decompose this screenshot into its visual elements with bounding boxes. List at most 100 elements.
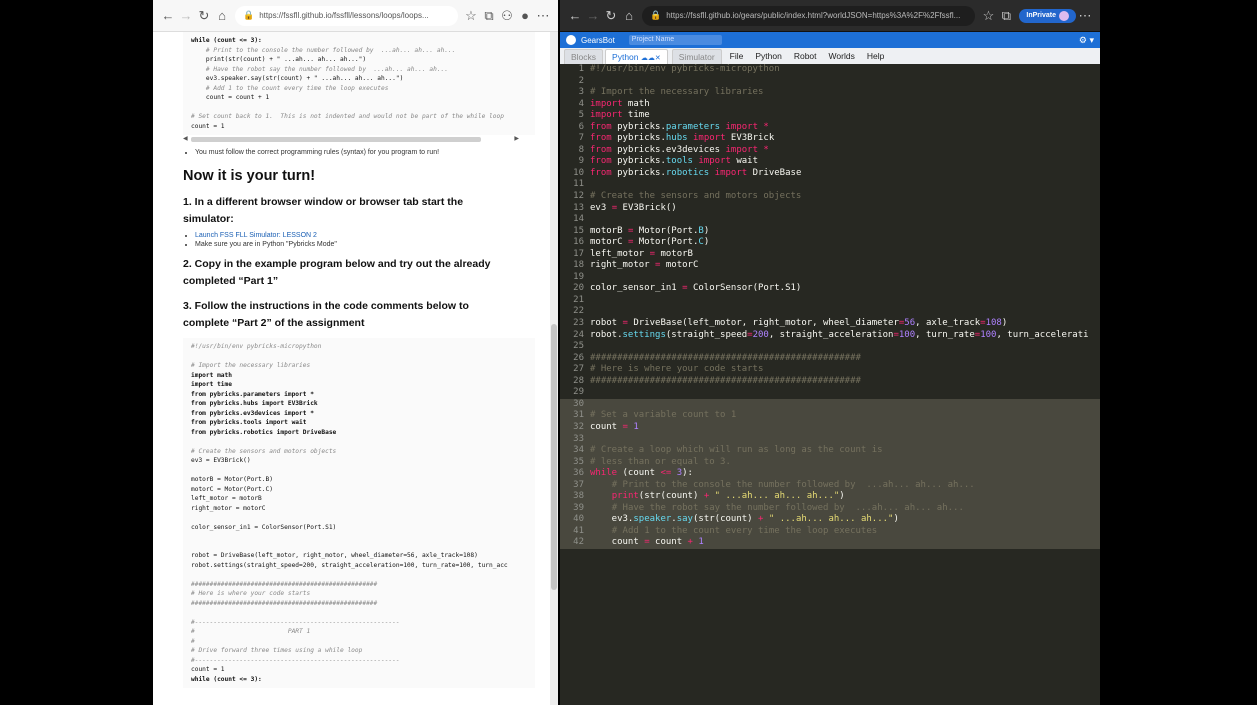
editor-line[interactable]: 20 color_sensor_in1 = ColorSensor(Port.S1… <box>560 283 1100 295</box>
code-token: from <box>590 156 612 167</box>
editor-line[interactable]: 11 <box>560 179 1100 191</box>
editor-line[interactable]: 7 from pybricks.hubs import EV3Brick <box>560 133 1100 145</box>
home-icon[interactable]: ⌂ <box>620 7 638 25</box>
tab-python-label: Python <box>612 52 639 62</box>
forward-icon[interactable]: → <box>584 7 602 25</box>
code-line: count = count + 1 <box>191 94 270 101</box>
right-address-bar[interactable]: 🔒 https://fssfll.github.io/gears/public/… <box>642 5 976 26</box>
code-line: #!/usr/bin/env pybricks-micropython <box>191 343 322 350</box>
code-token: ): <box>682 468 693 479</box>
left-page-scrollbar[interactable] <box>550 32 558 705</box>
editor-line[interactable]: 4 import math <box>560 99 1100 111</box>
editor-line[interactable]: 37 # Print to the console the number fol… <box>560 479 1100 492</box>
editor-line[interactable]: 42 count = count + 1 <box>560 537 1100 549</box>
menu-python[interactable]: Python <box>749 49 787 64</box>
code-token: from <box>590 144 612 155</box>
home-icon[interactable]: ⌂ <box>213 7 231 25</box>
favorite-icon[interactable]: ☆ <box>462 7 480 25</box>
favorite-icon[interactable]: ☆ <box>979 7 997 25</box>
refresh-icon[interactable]: ↻ <box>602 7 620 25</box>
editor-line[interactable]: 5 import time <box>560 110 1100 122</box>
back-icon[interactable]: ← <box>159 7 177 25</box>
tab-simulator[interactable]: Simulator <box>671 49 722 64</box>
line-code: # Add 1 to the count every time the loop… <box>590 526 878 538</box>
menu-robot[interactable]: Robot <box>788 49 823 64</box>
editor-line[interactable]: 10 from pybricks.robotics import DriveBas… <box>560 168 1100 180</box>
editor-line[interactable]: 21 <box>560 295 1100 307</box>
editor-line[interactable]: 25 <box>560 341 1100 353</box>
line-number: 15 <box>573 225 584 236</box>
editor-line[interactable]: 14 <box>560 214 1100 226</box>
editor-line[interactable]: 33 <box>560 433 1100 446</box>
editor-line[interactable]: 13 ev3 = EV3Brick() <box>560 203 1100 215</box>
menu-worlds[interactable]: Worlds <box>823 49 861 64</box>
profile-icon[interactable]: ● <box>516 7 534 25</box>
editor-line[interactable]: 9 from pybricks.tools import wait <box>560 156 1100 168</box>
code-line: # Add 1 to the count every time the loop… <box>191 84 389 92</box>
editor-line[interactable]: 16 motorC = Motor(Port.C) <box>560 237 1100 249</box>
editor-line[interactable]: 34 # Create a loop which will run as long… <box>560 445 1100 457</box>
code-horizontal-scrollbar[interactable]: ◀ ▶ <box>183 135 519 143</box>
python-code-editor[interactable]: 1 #!/usr/bin/env pybricks-micropython 2 3 # … <box>560 64 1100 705</box>
editor-line[interactable]: 2 <box>560 76 1100 88</box>
editor-line[interactable]: 35 # less than or equal to 3. <box>560 456 1100 469</box>
code-token: DriveBase(left_motor, right_motor, wheel… <box>627 318 899 329</box>
back-icon[interactable]: ← <box>566 7 584 25</box>
collections-icon[interactable]: ⧉ <box>480 7 498 25</box>
editor-line[interactable]: 39 # Have the robot say the number follo… <box>560 502 1100 515</box>
more-icon[interactable]: ⋯ <box>1076 7 1094 25</box>
editor-line[interactable]: 29 <box>560 387 1100 399</box>
forward-icon[interactable]: → <box>177 7 195 25</box>
code-token: ########################################… <box>590 375 861 386</box>
editor-line[interactable]: 41 # Add 1 to the count every time the l… <box>560 525 1100 538</box>
inprivate-badge[interactable]: InPrivate <box>1019 8 1076 23</box>
code-token: from <box>590 121 612 132</box>
editor-line[interactable]: 40 ev3.speaker.say(str(count) + " ...ah.… <box>560 514 1100 526</box>
editor-line[interactable]: 3 # Import the necessary libraries <box>560 87 1100 99</box>
line-number: 28 <box>573 375 584 386</box>
editor-line[interactable]: 8 from pybricks.ev3devices import * <box>560 145 1100 157</box>
editor-line[interactable]: 36 while (count <= 3): <box>560 468 1100 480</box>
editor-line[interactable]: 1 #!/usr/bin/env pybricks-micropython <box>560 64 1100 76</box>
line-number: 25 <box>573 341 584 352</box>
code-line: while (count <= 3): <box>191 37 262 44</box>
scroll-left-icon[interactable]: ◀ <box>183 135 188 142</box>
editor-line[interactable]: 17 left_motor = motorB <box>560 249 1100 261</box>
refresh-icon[interactable]: ↻ <box>195 7 213 25</box>
editor-line[interactable]: 15 motorB = Motor(Port.B) <box>560 226 1100 238</box>
editor-line[interactable]: 23 robot = DriveBase(left_motor, right_mo… <box>560 318 1100 330</box>
editor-line[interactable]: 30 <box>560 398 1100 411</box>
code-line: count = 1 <box>191 666 225 673</box>
editor-line[interactable]: 24 robot.settings(straight_speed=200, str… <box>560 330 1100 342</box>
project-name-input[interactable]: Project Name <box>628 35 722 45</box>
extensions-icon[interactable]: ⚇ <box>498 7 516 25</box>
scroll-right-icon[interactable]: ▶ <box>514 135 519 142</box>
code-line: import time <box>191 381 232 388</box>
line-number: 17 <box>573 248 584 259</box>
tab-python[interactable]: Python ☁☁✕ <box>605 49 668 64</box>
tab-blocks[interactable]: Blocks <box>564 49 604 64</box>
scrollbar-thumb[interactable] <box>191 137 481 142</box>
editor-line[interactable]: 12 # Create the sensors and motors object… <box>560 191 1100 203</box>
editor-line[interactable]: 32 count = 1 <box>560 421 1100 434</box>
editor-line[interactable]: 27 # Here is where your code starts <box>560 364 1100 376</box>
editor-line[interactable]: 26 ######################################… <box>560 353 1100 365</box>
editor-line[interactable]: 6 from pybricks.parameters import * <box>560 122 1100 134</box>
settings-icon[interactable]: ⚙ ▾ <box>1079 35 1094 46</box>
simulator-link[interactable]: Launch FSS FLL Simulator: LESSON 2 <box>195 232 317 239</box>
left-address-bar[interactable]: 🔒 https://fssfll.github.io/fssfll/lesson… <box>235 5 458 26</box>
editor-line[interactable]: 31 # Set a variable count to 1 <box>560 410 1100 422</box>
editor-line[interactable]: 28 ######################################… <box>560 376 1100 388</box>
menu-help[interactable]: Help <box>861 49 890 64</box>
line-code: robot = DriveBase(left_motor, right_moto… <box>590 318 1007 330</box>
editor-line[interactable]: 22 <box>560 306 1100 318</box>
code-line: import math <box>191 371 232 379</box>
collections-icon[interactable]: ⧉ <box>997 7 1015 25</box>
editor-line[interactable]: 18 right_motor = motorC <box>560 260 1100 272</box>
editor-line[interactable]: 38 print(str(count) + " ...ah... ah... a… <box>560 491 1100 503</box>
editor-line[interactable]: 19 <box>560 272 1100 284</box>
code-token: (str(count) <box>638 491 704 502</box>
more-icon[interactable]: ⋯ <box>534 7 552 25</box>
menu-file[interactable]: File <box>724 49 750 64</box>
page-scrollbar-thumb[interactable] <box>551 324 557 590</box>
